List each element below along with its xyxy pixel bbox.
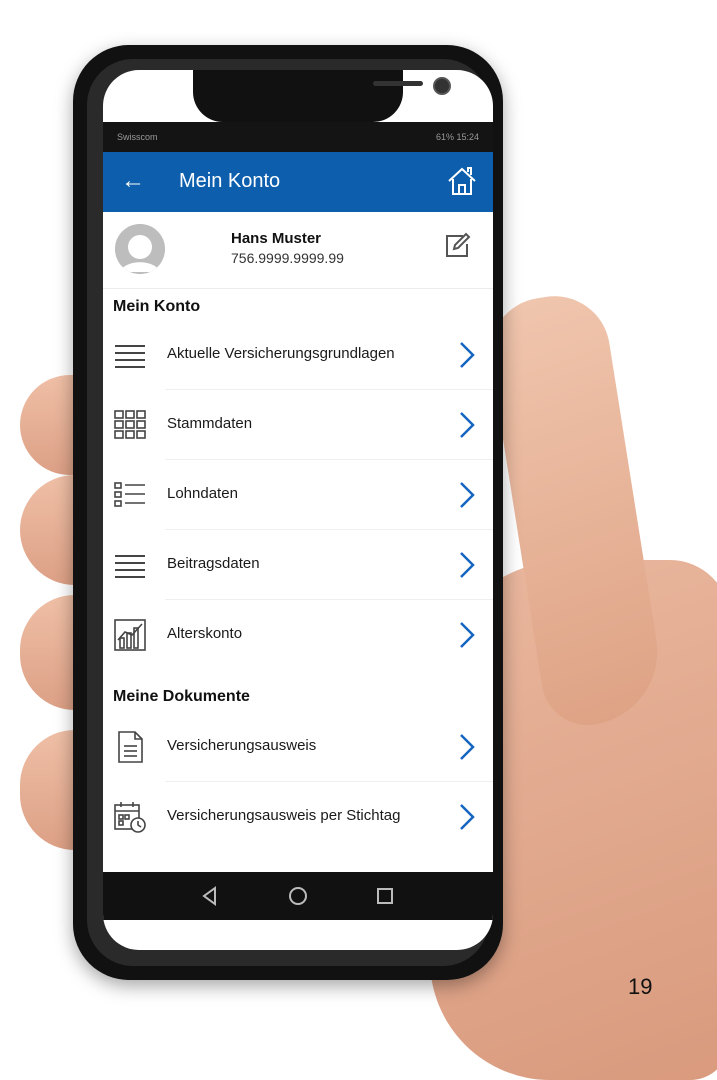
grid-icon [113, 408, 147, 442]
list-item-label: Stammdaten [167, 415, 253, 432]
section-title-mein-konto: Mein Konto [113, 298, 201, 315]
phone-screen: Swisscom 61% 15:24 ← Mein Konto Hans Mus… [103, 70, 493, 950]
page-number: 19 [628, 974, 653, 999]
chevron-right-icon [459, 803, 475, 831]
carrier-label: Swisscom [117, 132, 158, 142]
user-silhouette-icon [115, 224, 165, 274]
list-item-lohndaten[interactable]: Lohndaten [103, 460, 493, 530]
edit-profile-button[interactable] [443, 232, 471, 260]
calendar-clock-icon [113, 800, 147, 834]
chevron-right-icon [459, 411, 475, 439]
list-item-label: Versicherungsausweis [167, 737, 317, 754]
list-item-label: Lohndaten [167, 485, 238, 502]
list-item-alterskonto[interactable]: Alterskonto [103, 600, 493, 670]
profile-id: 756.9999.9999.99 [231, 250, 344, 266]
document-icon [113, 730, 147, 764]
chevron-right-icon [459, 341, 475, 369]
page-title: Mein Konto [179, 170, 281, 192]
back-button[interactable]: ← [121, 166, 145, 196]
chevron-right-icon [459, 733, 475, 761]
list-item-label: Alterskonto [167, 625, 243, 642]
list-lines-icon [113, 338, 147, 372]
home-button[interactable] [445, 164, 479, 198]
edit-icon [446, 232, 471, 257]
system-nav-bar [103, 872, 493, 920]
profile-header: Hans Muster 756.9999.9999.99 [103, 212, 493, 289]
section-title-meine-dokumente: Meine Dokumente [113, 688, 250, 705]
triangle-back-icon [202, 886, 216, 906]
phone-notch [193, 70, 451, 122]
battery-time-label: 61% 15:24 [435, 132, 479, 142]
list-item-versicherungsausweis-per-stichtag[interactable]: Versicherungsausweis per Stichtag [103, 782, 493, 852]
app-bar: ← Mein Konto [103, 152, 493, 212]
list-item-aktuelle-versicherungsgrundlagen[interactable]: Aktuelle Versicherungsgrundlagen [103, 320, 493, 390]
list-item-label: Beitragsdaten [167, 555, 260, 572]
chart-icon [113, 618, 147, 652]
avatar [115, 224, 165, 274]
home-icon [448, 167, 476, 195]
status-bar: Swisscom 61% 15:24 [103, 122, 493, 152]
nav-home-button[interactable] [286, 884, 310, 908]
list-item-stammdaten[interactable]: Stammdaten [103, 390, 493, 460]
nav-back-button[interactable] [198, 884, 222, 908]
list-item-versicherungsausweis[interactable]: Versicherungsausweis [103, 712, 493, 782]
square-recents-icon [377, 888, 393, 904]
profile-name: Hans Muster [231, 230, 322, 247]
list-item-label: Versicherungsausweis per Stichtag [167, 807, 401, 824]
bullet-list-icon [113, 478, 147, 512]
back-arrow-icon: ← [121, 167, 145, 194]
circle-home-icon [289, 887, 307, 905]
nav-recents-button[interactable] [373, 884, 397, 908]
front-camera [433, 77, 451, 95]
list-item-beitragsdaten[interactable]: Beitragsdaten [103, 530, 493, 600]
earpiece-speaker [373, 81, 423, 86]
list-item-label: Aktuelle Versicherungsgrundlagen [167, 345, 395, 362]
chevron-right-icon [459, 551, 475, 579]
chevron-right-icon [459, 481, 475, 509]
list-lines-icon [113, 548, 147, 582]
chevron-right-icon [459, 621, 475, 649]
